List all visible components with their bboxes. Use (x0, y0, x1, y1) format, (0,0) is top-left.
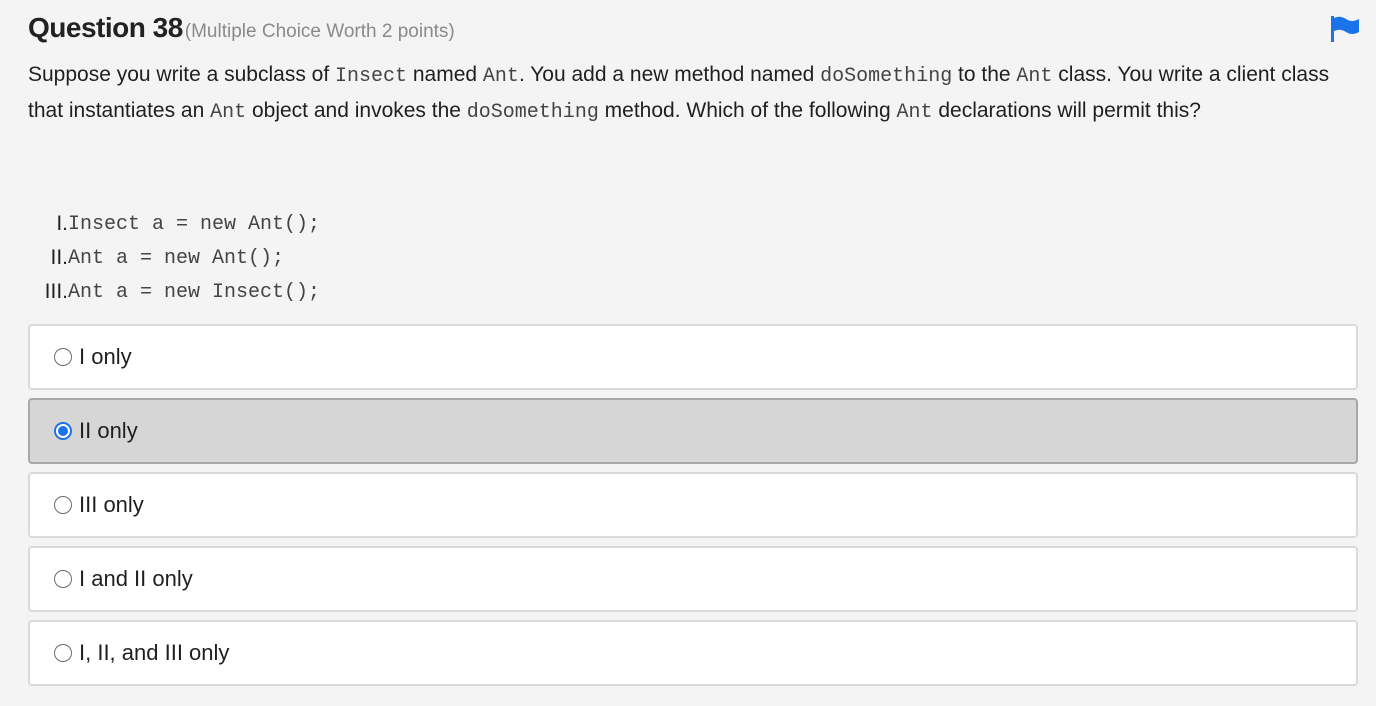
option-label: I and II only (79, 566, 193, 591)
answer-options: I only II only III only I and II only I, II,… (28, 324, 1358, 694)
option-label: II only (79, 418, 138, 443)
answer-option[interactable]: I, II, and III only (28, 620, 1358, 686)
flag-icon[interactable] (1330, 16, 1360, 42)
radio-button[interactable] (54, 422, 72, 440)
question-worth: (Multiple Choice Worth 2 points) (184, 21, 455, 42)
inline-code: Insect (335, 65, 408, 88)
radio-button[interactable] (54, 496, 72, 514)
inline-code: Ant (896, 101, 933, 124)
statement-list: I. Insect a = new Ant(); II. Ant a = new An… (28, 207, 320, 309)
prompt-text: declarations will permit this? (932, 99, 1201, 122)
prompt-text: named (407, 63, 483, 86)
option-label: III only (79, 492, 144, 517)
inline-code: doSomething (466, 101, 599, 124)
statement-item: II. Ant a = new Ant(); (28, 241, 320, 275)
inline-code: Ant (210, 101, 247, 124)
radio-button[interactable] (54, 348, 72, 366)
answer-option[interactable]: I only (28, 324, 1358, 390)
inline-code: doSomething (820, 65, 953, 88)
statement-number: I. (56, 212, 68, 235)
radio-button[interactable] (54, 570, 72, 588)
option-label: I only (79, 344, 132, 369)
statement-code: Ant a = new Ant(); (68, 246, 285, 270)
prompt-text: Suppose you write a subclass of (28, 63, 336, 86)
prompt-text: to the (952, 63, 1017, 86)
inline-code: Ant (482, 65, 519, 88)
statement-item: III. Ant a = new Insect(); (28, 275, 320, 309)
radio-button[interactable] (54, 644, 72, 662)
answer-option[interactable]: III only (28, 472, 1358, 538)
statement-code: Ant a = new Insect(); (68, 280, 321, 304)
statement-number: III. (44, 280, 68, 303)
question-header: Question 38 (Multiple Choice Worth 2 poi… (28, 12, 455, 44)
prompt-text: . You add a new method named (518, 63, 821, 86)
option-label: I, II, and III only (79, 640, 230, 665)
statement-item: I. Insect a = new Ant(); (28, 207, 320, 241)
answer-option[interactable]: I and II only (28, 546, 1358, 612)
question-prompt: Suppose you write a subclass of Insect n… (28, 58, 1338, 130)
prompt-text: method. Which of the following (598, 99, 897, 122)
statement-number: II. (50, 246, 68, 269)
inline-code: Ant (1016, 65, 1053, 88)
statement-code: Insect a = new Ant(); (68, 212, 321, 236)
prompt-text: object and invokes the (246, 99, 467, 122)
answer-option[interactable]: II only (28, 398, 1358, 464)
question-title: Question 38 (28, 12, 183, 43)
